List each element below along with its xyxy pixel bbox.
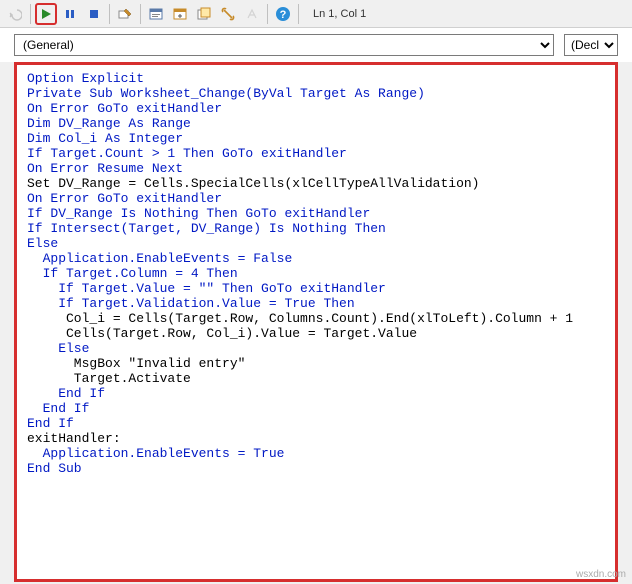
help-button[interactable]: ? [272, 3, 294, 25]
watermark: wsxdn.com [576, 569, 626, 580]
code-line: Col_i = Cells(Target.Row, Columns.Count)… [27, 311, 605, 326]
code-line: Dim DV_Range As Range [27, 116, 605, 131]
code-line: Option Explicit [27, 71, 605, 86]
separator [30, 4, 31, 24]
code-line: Cells(Target.Row, Col_i).Value = Target.… [27, 326, 605, 341]
undo-button [4, 3, 26, 25]
separator [109, 4, 110, 24]
code-line: On Error GoTo exitHandler [27, 101, 605, 116]
code-line: End Sub [27, 461, 605, 476]
separator [267, 4, 268, 24]
reset-button[interactable] [83, 3, 105, 25]
code-line: End If [27, 386, 605, 401]
code-line: exitHandler: [27, 431, 605, 446]
code-line: End If [27, 416, 605, 431]
dropdown-row: (General) (Declara [0, 28, 632, 62]
code-line: On Error Resume Next [27, 161, 605, 176]
object-dropdown[interactable]: (General) [14, 34, 554, 56]
code-line: On Error GoTo exitHandler [27, 191, 605, 206]
code-line: If Target.Value = "" Then GoTo exitHandl… [27, 281, 605, 296]
toolbox-button[interactable] [217, 3, 239, 25]
properties-window-button[interactable] [169, 3, 191, 25]
code-line: Set DV_Range = Cells.SpecialCells(xlCell… [27, 176, 605, 191]
cursor-position-label: Ln 1, Col 1 [313, 8, 366, 20]
code-editor[interactable]: Option ExplicitPrivate Sub Worksheet_Cha… [17, 65, 615, 482]
unknown-button [241, 3, 263, 25]
design-mode-button[interactable] [114, 3, 136, 25]
separator [298, 4, 299, 24]
project-explorer-button[interactable] [145, 3, 167, 25]
code-line: If Target.Validation.Value = True Then [27, 296, 605, 311]
code-line: End If [27, 401, 605, 416]
code-line: Else [27, 341, 605, 356]
code-line: If DV_Range Is Nothing Then GoTo exitHan… [27, 206, 605, 221]
run-button[interactable] [35, 3, 57, 25]
separator [140, 4, 141, 24]
code-line: Application.EnableEvents = False [27, 251, 605, 266]
code-line: Else [27, 236, 605, 251]
code-line: Target.Activate [27, 371, 605, 386]
code-line: Private Sub Worksheet_Change(ByVal Targe… [27, 86, 605, 101]
code-line: If Target.Count > 1 Then GoTo exitHandle… [27, 146, 605, 161]
svg-text:?: ? [280, 9, 287, 21]
break-button[interactable] [59, 3, 81, 25]
code-editor-frame: Option ExplicitPrivate Sub Worksheet_Cha… [14, 62, 618, 582]
code-line: MsgBox "Invalid entry" [27, 356, 605, 371]
code-line: Dim Col_i As Integer [27, 131, 605, 146]
procedure-dropdown[interactable]: (Declara [564, 34, 618, 56]
code-line: If Target.Column = 4 Then [27, 266, 605, 281]
code-line: Application.EnableEvents = True [27, 446, 605, 461]
toolbar: ? Ln 1, Col 1 [0, 0, 632, 28]
object-browser-button[interactable] [193, 3, 215, 25]
code-line: If Intersect(Target, DV_Range) Is Nothin… [27, 221, 605, 236]
